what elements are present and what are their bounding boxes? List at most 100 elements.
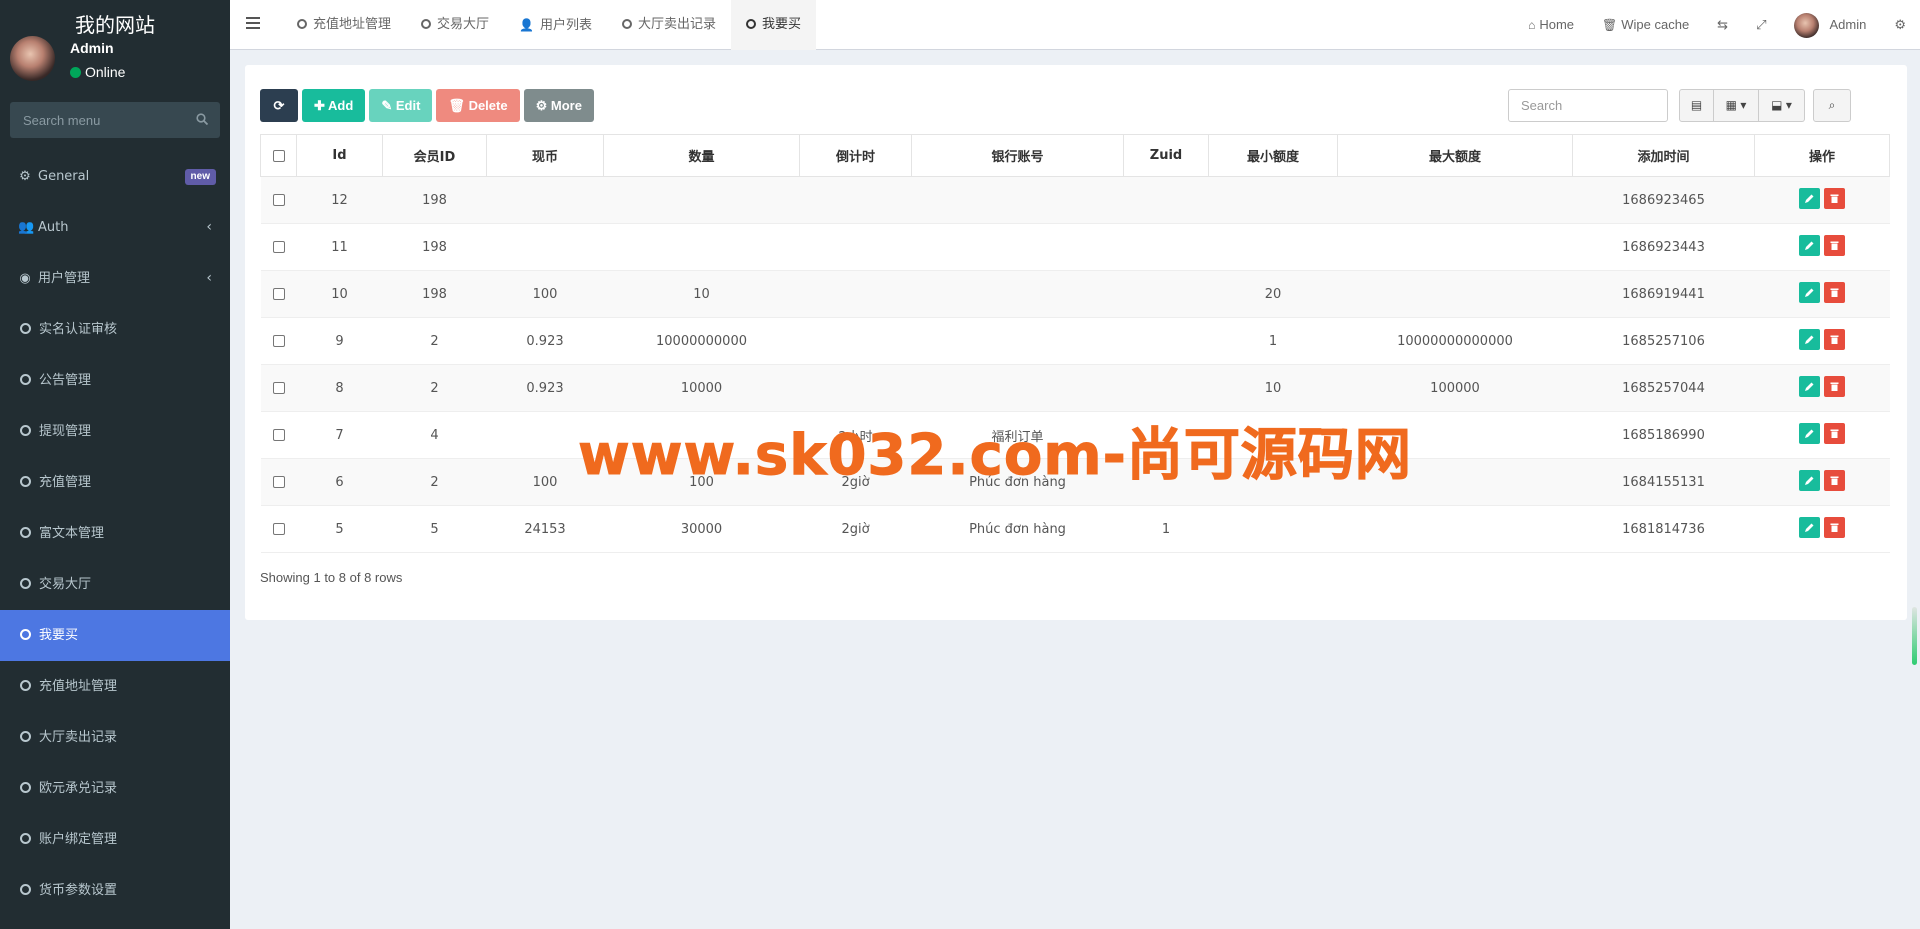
col-member-id[interactable]: 会员ID — [382, 134, 487, 177]
sidebar-item-label: General — [38, 169, 90, 184]
col-added-time[interactable]: 添加时间 — [1572, 134, 1755, 177]
right-nav: ⌂ Home 🗑 Wipe cache ⇆ ⤢ Admin ⚙ — [1514, 0, 1920, 50]
delete-row-button[interactable] — [1824, 469, 1845, 491]
row-checkbox[interactable] — [272, 382, 285, 394]
cell-quantity: 10000 — [603, 364, 800, 412]
edit-row-button[interactable] — [1799, 469, 1820, 491]
row-checkbox[interactable] — [272, 335, 285, 347]
table-row[interactable]: 8 2 0.923 10000 10 100000 1685257044 — [260, 364, 1890, 412]
sidebar-item-label: 充值管理 — [39, 475, 92, 490]
edit-row-button[interactable] — [1799, 375, 1820, 397]
sidebar-item-announcements[interactable]: 公告管理 — [0, 355, 230, 406]
row-checkbox[interactable] — [272, 476, 285, 488]
col-max-amount[interactable]: 最大额度 — [1337, 134, 1573, 177]
delete-button[interactable]: 🗑 Delete — [436, 89, 520, 122]
chevron-left-icon: ‹ — [206, 219, 212, 235]
edit-row-button[interactable] — [1799, 328, 1820, 350]
delete-row-button[interactable] — [1824, 375, 1845, 397]
cell-quantity: 30000 — [603, 505, 800, 553]
sidebar-item-auth[interactable]: 👥 Auth ‹ — [0, 202, 230, 253]
sidebar-item-richtext[interactable]: 富文本管理 — [0, 508, 230, 559]
search-menu-input[interactable] — [10, 102, 180, 138]
search-icon[interactable] — [196, 113, 208, 125]
add-button[interactable]: ✚ Add — [302, 89, 366, 122]
edit-row-button[interactable] — [1799, 281, 1820, 303]
edit-row-button[interactable] — [1799, 422, 1820, 444]
col-id[interactable]: Id — [296, 134, 383, 177]
delete-label: Delete — [468, 98, 508, 113]
sidebar-item-currency-settings[interactable]: 货币参数设置 — [0, 865, 230, 916]
row-checkbox[interactable] — [272, 194, 285, 206]
sidebar-item-recharge-address[interactable]: 充值地址管理 — [0, 661, 230, 712]
cell-id: 12 — [296, 176, 383, 224]
cell-added-time: 1686923465 — [1572, 176, 1755, 224]
select-all-checkbox[interactable] — [272, 149, 285, 162]
columns-button[interactable]: ▦ ▾ — [1714, 89, 1759, 122]
wipe-cache-button[interactable]: 🗑 Wipe cache — [1588, 0, 1703, 50]
col-actions: 操作 — [1754, 134, 1890, 177]
pencil-icon — [1805, 288, 1814, 297]
tab-user-list[interactable]: 👤 用户列表 — [504, 0, 607, 50]
fullscreen-button[interactable]: ⤢ — [1742, 0, 1780, 50]
table-row[interactable]: 11 198 1686923443 — [260, 223, 1890, 271]
table-row[interactable]: 10 198 100 10 20 1686919441 — [260, 270, 1890, 318]
table-search-input[interactable] — [1508, 89, 1668, 122]
edit-button[interactable]: ✎ Edit — [369, 89, 433, 122]
row-select-cell — [260, 364, 297, 412]
tab-trading-hall[interactable]: 交易大厅 — [406, 0, 504, 50]
advanced-search-button[interactable]: ⌕ — [1813, 89, 1851, 122]
delete-row-button[interactable] — [1824, 516, 1845, 538]
delete-row-button[interactable] — [1824, 281, 1845, 303]
col-quantity[interactable]: 数量 — [603, 134, 800, 177]
sidebar-item-euro-acceptance[interactable]: 欧元承兑记录 — [0, 763, 230, 814]
export-button[interactable]: ⬓ ▾ — [1759, 89, 1805, 122]
table-row[interactable]: 12 198 1686923465 — [260, 176, 1890, 224]
sidebar-item-buy[interactable]: 我要买 — [0, 610, 230, 661]
settings-button[interactable]: ⚙ — [1880, 0, 1920, 50]
language-button[interactable]: ⇆ — [1703, 0, 1742, 50]
sidebar-item-label: 我要买 — [39, 628, 79, 643]
sidebar-item-trading-hall[interactable]: 交易大厅 — [0, 559, 230, 610]
table-row[interactable]: 5 5 24153 30000 2giờ Phúc đơn hàng 1 1681814736 — [260, 505, 1890, 553]
edit-row-button[interactable] — [1799, 187, 1820, 209]
pencil-icon — [1805, 241, 1814, 250]
more-button[interactable]: ⚙ More — [523, 89, 594, 122]
refresh-button[interactable]: ⟳ — [260, 89, 298, 122]
cell-max-amount: 10000000000000 — [1337, 317, 1573, 365]
delete-row-button[interactable] — [1824, 422, 1845, 444]
user-menu[interactable]: Admin — [1780, 0, 1880, 50]
sidebar-item-account-binding[interactable]: 账户绑定管理 — [0, 814, 230, 865]
language-icon: ⇆ — [1717, 17, 1729, 32]
row-checkbox[interactable] — [272, 288, 285, 300]
delete-row-button[interactable] — [1824, 328, 1845, 350]
tab-recharge-address[interactable]: 充值地址管理 — [282, 0, 406, 50]
col-bank-account[interactable]: 银行账号 — [911, 134, 1124, 177]
col-currency[interactable]: 现币 — [486, 134, 604, 177]
edit-row-button[interactable] — [1799, 234, 1820, 256]
trash-icon — [1830, 241, 1839, 250]
scroll-indicator[interactable] — [1912, 607, 1917, 665]
sidebar-item-user-management[interactable]: ◉ 用户管理 ‹ — [0, 253, 230, 304]
tab-buy[interactable]: 我要买 — [731, 0, 817, 50]
table-row[interactable]: 9 2 0.923 10000000000 1 10000000000000 1685257… — [260, 317, 1890, 365]
row-checkbox[interactable] — [272, 429, 285, 441]
delete-row-button[interactable] — [1824, 234, 1845, 256]
row-checkbox[interactable] — [272, 523, 285, 535]
tab-hall-sales[interactable]: 大厅卖出记录 — [607, 0, 731, 50]
edit-row-button[interactable] — [1799, 516, 1820, 538]
sidebar-item-withdrawals[interactable]: 提现管理 — [0, 406, 230, 457]
sidebar-item-realname-audit[interactable]: 实名认证审核 — [0, 304, 230, 355]
sidebar-item-general[interactable]: ⚙ General new — [0, 151, 230, 202]
row-checkbox[interactable] — [272, 241, 285, 253]
sidebar-toggle-icon[interactable] — [246, 17, 260, 31]
toggle-view-button[interactable]: ▤ — [1679, 89, 1714, 122]
col-countdown[interactable]: 倒计时 — [799, 134, 912, 177]
cell-member-id: 2 — [382, 458, 487, 506]
col-min-amount[interactable]: 最小额度 — [1208, 134, 1338, 177]
sidebar-item-hall-sales[interactable]: 大厅卖出记录 — [0, 712, 230, 763]
col-zuid[interactable]: Zuid — [1123, 134, 1209, 177]
delete-row-button[interactable] — [1824, 187, 1845, 209]
sidebar-item-recharge[interactable]: 充值管理 — [0, 457, 230, 508]
home-link[interactable]: ⌂ Home — [1514, 0, 1588, 50]
sidebar-item-label: 实名认证审核 — [39, 322, 118, 337]
